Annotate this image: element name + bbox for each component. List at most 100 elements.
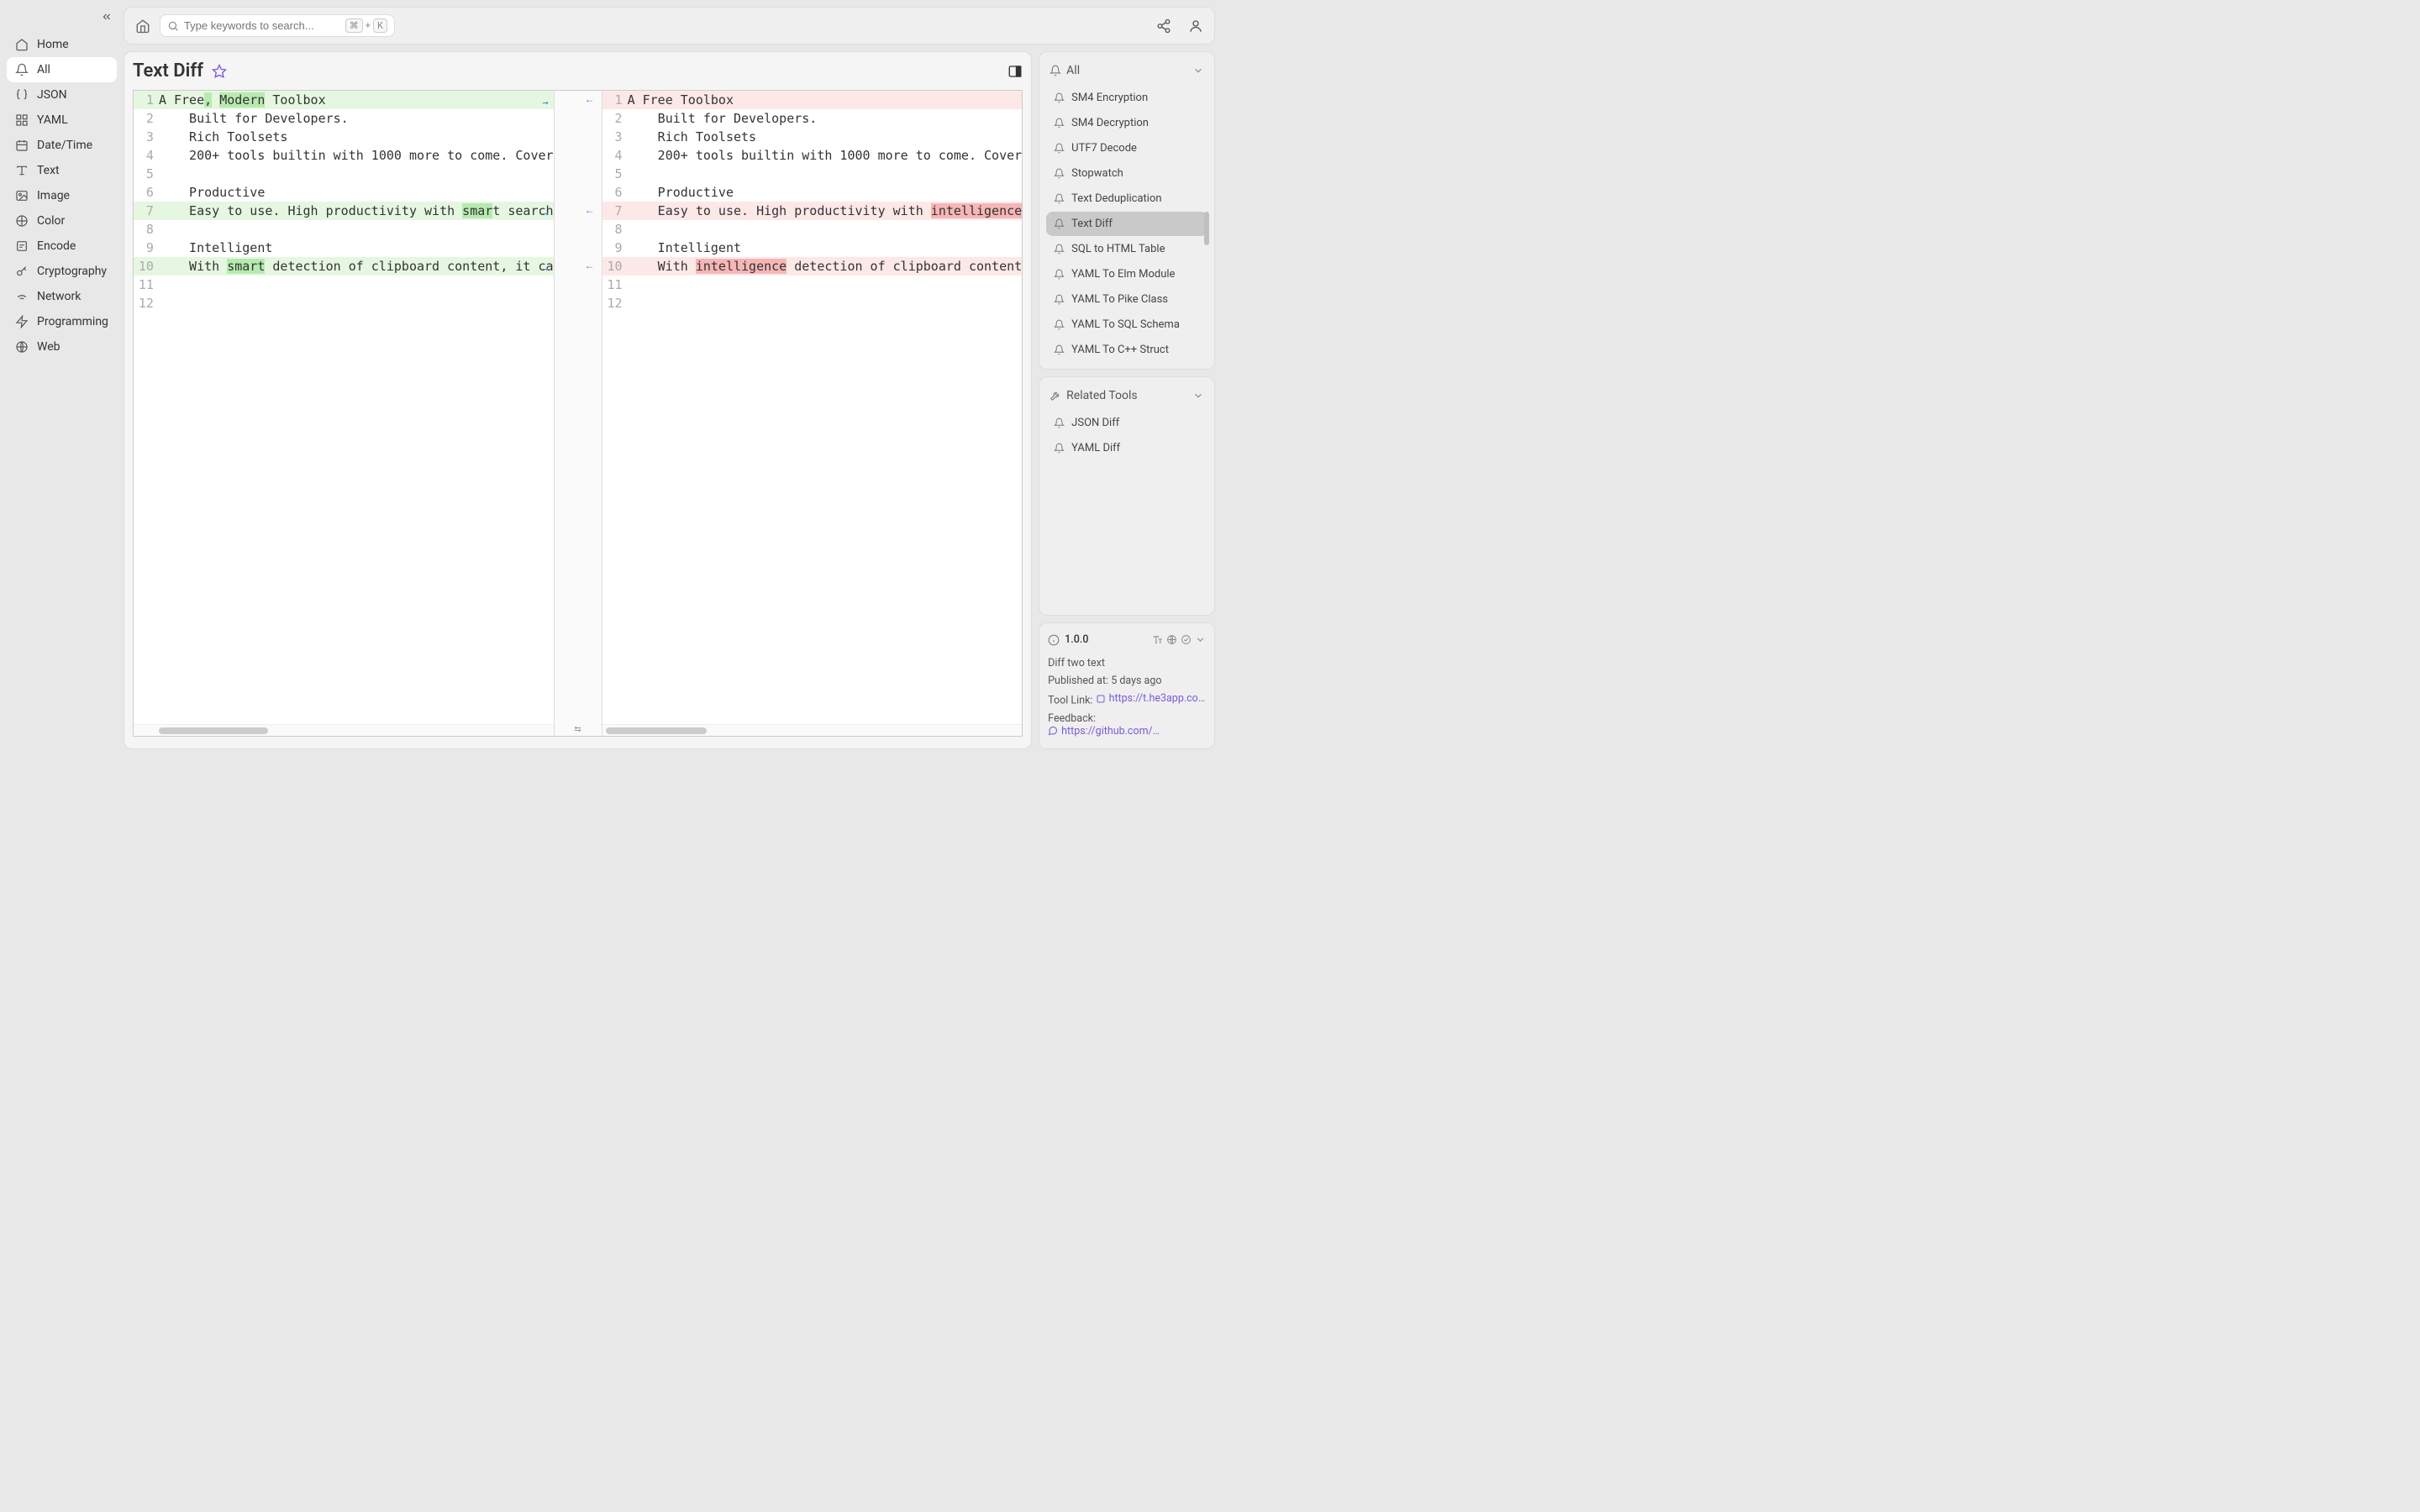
line-text: 200+ tools builtin with 1000 more to com… [628, 146, 1023, 165]
code-line[interactable]: 2 Built for Developers. [134, 109, 554, 128]
feedback-line: Feedback: https://github.com/… [1046, 710, 1207, 743]
tool-item-sm4-encryption[interactable]: SM4 Encryption [1046, 86, 1207, 110]
search-shortcut: ⌘ + K [345, 18, 387, 33]
tool-item-text-deduplication[interactable]: Text Deduplication [1046, 186, 1207, 211]
tool-link[interactable]: https://t.he3app.co… [1109, 692, 1206, 705]
code-line[interactable]: 12 [134, 294, 554, 312]
search-input[interactable] [184, 19, 340, 32]
link-icon [1096, 694, 1106, 704]
sidebar-item-yaml[interactable]: YAML [7, 108, 117, 133]
line-number: 3 [602, 128, 628, 146]
code-line[interactable]: 8 [134, 220, 554, 239]
sidebar-item-network[interactable]: Network [7, 284, 117, 309]
sidebar-item-image[interactable]: Image [7, 183, 117, 208]
diff-gutter[interactable]: ← ← ← ⇆ [554, 91, 602, 736]
code-line[interactable]: 10 With smart detection of clipboard con… [134, 257, 554, 276]
code-line[interactable]: 11 [134, 276, 554, 294]
line-text: Rich Toolsets [628, 128, 1023, 146]
line-text [628, 276, 1023, 294]
sidebar-item-label: Cryptography [37, 265, 107, 278]
line-number: 9 [602, 239, 628, 257]
user-icon[interactable] [1187, 18, 1204, 34]
grid-icon [15, 113, 29, 127]
all-tools-header[interactable]: All [1046, 59, 1207, 86]
home-button[interactable] [134, 18, 151, 34]
tool-item-label: YAML Diff [1071, 442, 1120, 454]
code-line[interactable]: 1A Free Toolbox [602, 91, 1023, 109]
favorite-star-icon[interactable] [212, 64, 227, 79]
sidebar-item-programming[interactable]: Programming [7, 309, 117, 334]
code-line[interactable]: 12 [602, 294, 1023, 312]
tool-item-yaml-to-sql-schema[interactable]: YAML To SQL Schema [1046, 312, 1207, 337]
code-line[interactable]: 9 Intelligent [134, 239, 554, 257]
tool-item-utf7-decode[interactable]: UTF7 Decode [1046, 136, 1207, 160]
code-line[interactable]: 5 [602, 165, 1023, 183]
code-line[interactable]: 4 200+ tools builtin with 1000 more to c… [134, 146, 554, 165]
code-line[interactable]: 9 Intelligent [602, 239, 1023, 257]
feedback-link[interactable]: https://github.com/… [1061, 725, 1160, 738]
tool-item-stopwatch[interactable]: Stopwatch [1046, 161, 1207, 186]
code-line[interactable]: 1A Free, Modern Toolbox [134, 91, 554, 109]
sidebar-item-color[interactable]: Color [7, 208, 117, 234]
code-line[interactable]: 3 Rich Toolsets [602, 128, 1023, 146]
code-line[interactable]: 6 Productive [134, 183, 554, 202]
code-line[interactable]: 11 [602, 276, 1023, 294]
code-line[interactable]: 8 [602, 220, 1023, 239]
text-size-icon[interactable] [1152, 634, 1163, 645]
code-line[interactable]: 5 [134, 165, 554, 183]
globe-icon [15, 340, 29, 354]
code-line[interactable]: 6 Productive [602, 183, 1023, 202]
tool-item-json-diff[interactable]: JSON Diff [1046, 411, 1207, 435]
code-line[interactable]: 2 Built for Developers. [602, 109, 1023, 128]
share-icon[interactable] [1155, 18, 1172, 34]
published-line: Published at: 5 days ago [1046, 672, 1207, 690]
line-text [159, 294, 554, 312]
tool-item-yaml-to-c-struct[interactable]: YAML To C++ Struct [1046, 338, 1207, 362]
tool-item-text-diff[interactable]: Text Diff [1046, 212, 1207, 236]
image-icon [15, 189, 29, 202]
code-line[interactable]: 4 200+ tools builtin with 1000 more to c… [602, 146, 1023, 165]
diff-editor[interactable]: 1A Free, Modern Toolbox2 Built for Devel… [133, 90, 1023, 737]
tool-item-label: JSON Diff [1071, 417, 1119, 429]
bell-icon [1053, 193, 1065, 205]
sidebar-item-cryptography[interactable]: Cryptography [7, 259, 117, 284]
diff-right-pane[interactable]: 1A Free Toolbox2 Built for Developers.3 … [602, 91, 1023, 736]
crypto-icon [15, 265, 29, 278]
sidebar-item-all[interactable]: All [7, 57, 117, 82]
globe-icon[interactable] [1166, 634, 1177, 645]
line-text: Productive [159, 183, 554, 202]
line-number: 6 [134, 183, 159, 202]
horizontal-scrollbar[interactable] [602, 724, 1023, 736]
sidebar-item-date-time[interactable]: Date/Time [7, 133, 117, 158]
vertical-scrollbar[interactable] [1204, 86, 1209, 362]
code-line[interactable]: 7 Easy to use. High productivity with sm… [134, 202, 554, 220]
sidebar-item-json[interactable]: JSON [7, 82, 117, 108]
chevron-down-icon[interactable] [1195, 634, 1206, 645]
sidebar-item-web[interactable]: Web [7, 334, 117, 360]
sidebar-item-home[interactable]: Home [7, 32, 117, 57]
sidebar-collapse-button[interactable] [97, 7, 117, 27]
search-icon [167, 20, 179, 32]
diff-left-pane[interactable]: 1A Free, Modern Toolbox2 Built for Devel… [134, 91, 554, 736]
horizontal-scrollbar[interactable] [134, 724, 554, 736]
tool-item-label: YAML To Elm Module [1071, 268, 1175, 281]
related-tools-header[interactable]: Related Tools [1046, 384, 1207, 411]
code-line[interactable]: 7 Easy to use. High productivity with in… [602, 202, 1023, 220]
line-text [628, 220, 1023, 239]
check-circle-icon[interactable] [1181, 634, 1192, 645]
code-line[interactable]: 3 Rich Toolsets [134, 128, 554, 146]
tool-item-label: SM4 Decryption [1071, 117, 1149, 129]
tool-item-sm4-decryption[interactable]: SM4 Decryption [1046, 111, 1207, 135]
line-number: 11 [134, 276, 159, 294]
tool-item-yaml-to-elm-module[interactable]: YAML To Elm Module [1046, 262, 1207, 286]
sidebar-item-text[interactable]: Text [7, 158, 117, 183]
tool-item-yaml-to-pike-class[interactable]: YAML To Pike Class [1046, 287, 1207, 312]
search-box[interactable]: ⌘ + K [160, 14, 395, 37]
tool-item-yaml-diff[interactable]: YAML Diff [1046, 436, 1207, 460]
panel-toggle-icon[interactable] [1007, 64, 1023, 79]
code-line[interactable]: 10 With intelligence detection of clipbo… [602, 257, 1023, 276]
sidebar-item-encode[interactable]: Encode [7, 234, 117, 259]
line-number: 10 [134, 257, 159, 276]
tool-item-sql-to-html-table[interactable]: SQL to HTML Table [1046, 237, 1207, 261]
diff-sync-icon[interactable]: ⇆ [574, 725, 581, 734]
